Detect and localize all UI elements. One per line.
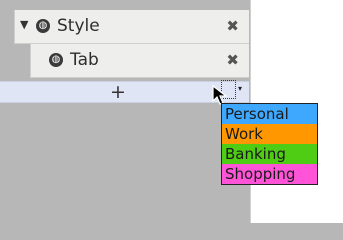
tree-item-tab[interactable]: ◍ Tab ✖ bbox=[30, 44, 249, 78]
tree-item-style[interactable]: ▼ ◍ Style ✖ bbox=[14, 10, 249, 44]
remove-style-icon[interactable]: ✖ bbox=[226, 17, 239, 35]
tree-item-label: Style bbox=[57, 16, 100, 36]
dropdown-option-shopping[interactable]: Shopping bbox=[222, 164, 317, 184]
dropdown-arrow-icon: ▾ bbox=[238, 84, 243, 93]
mouse-pointer-icon bbox=[212, 85, 228, 105]
dropdown-option-banking[interactable]: Banking bbox=[222, 144, 317, 164]
globe-icon: ◍ bbox=[49, 53, 63, 67]
dropdown-option-work[interactable]: Work bbox=[222, 124, 317, 144]
dropdown-option-personal[interactable]: Personal bbox=[222, 104, 317, 124]
remove-tab-icon[interactable]: ✖ bbox=[226, 51, 239, 69]
color-dropdown-list: Personal Work Banking Shopping bbox=[221, 103, 318, 185]
expand-toggle-icon[interactable]: ▼ bbox=[20, 18, 28, 31]
add-button[interactable]: + bbox=[110, 81, 126, 103]
tree-item-label: Tab bbox=[70, 50, 99, 70]
globe-icon: ◍ bbox=[36, 19, 50, 33]
tree-panel: ▼ ◍ Style ✖ ◍ Tab ✖ + ▾ bbox=[0, 0, 250, 223]
